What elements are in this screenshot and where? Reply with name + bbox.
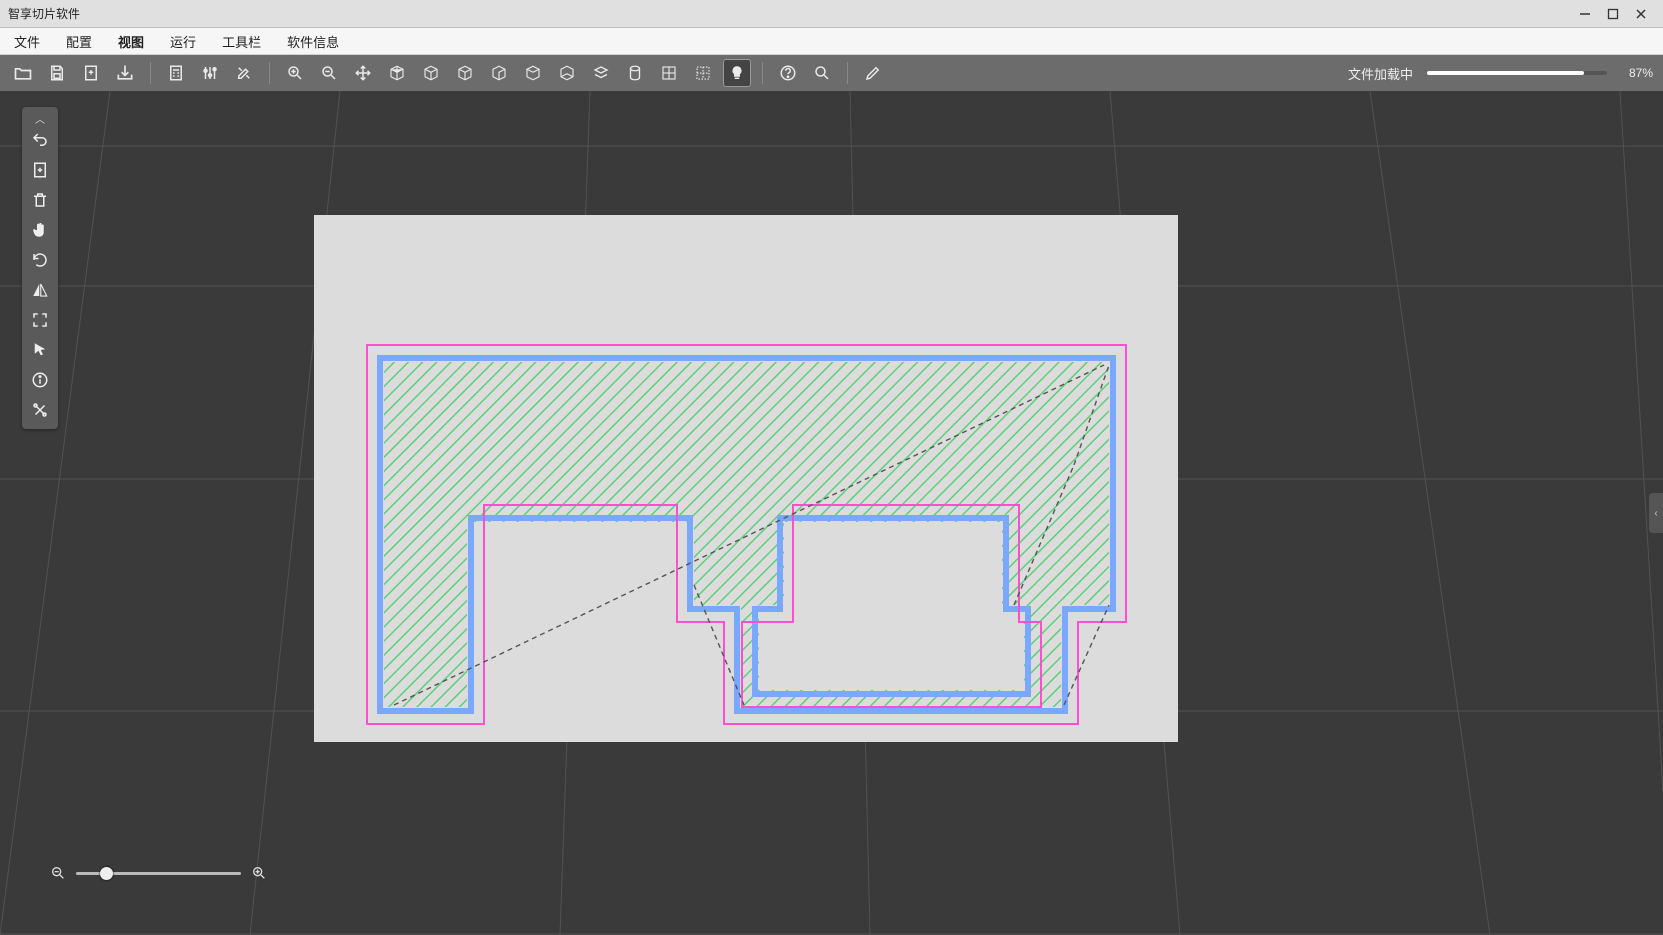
menu-toolbar[interactable]: 工具栏 — [218, 30, 265, 53]
pointer-icon[interactable] — [25, 335, 55, 365]
side-toolbox: ︿ — [22, 107, 58, 429]
hand-icon[interactable] — [25, 215, 55, 245]
search-icon[interactable] — [809, 60, 835, 86]
titlebar: 智享切片软件 — [0, 0, 1663, 28]
undo-icon[interactable] — [25, 125, 55, 155]
zoom-in-icon[interactable] — [251, 865, 267, 881]
edit-icon[interactable] — [860, 60, 886, 86]
view-left-icon[interactable] — [452, 60, 478, 86]
zoom-out-icon[interactable] — [50, 865, 66, 881]
right-panel-toggle[interactable]: ‹ — [1649, 493, 1663, 533]
info-icon[interactable] — [25, 365, 55, 395]
trash-icon[interactable] — [25, 185, 55, 215]
sliders-icon[interactable] — [197, 60, 223, 86]
menu-about[interactable]: 软件信息 — [283, 30, 343, 53]
progress-label: 文件加载中 — [1348, 64, 1413, 83]
add-page-icon[interactable] — [25, 155, 55, 185]
menu-view[interactable]: 视图 — [114, 30, 148, 53]
grid-icon[interactable] — [656, 60, 682, 86]
menubar: 文件 配置 视图 运行 工具栏 软件信息 — [0, 28, 1663, 55]
folder-open-icon[interactable] — [10, 60, 36, 86]
progress-percent: 87% — [1629, 66, 1653, 80]
mirror-icon[interactable] — [25, 275, 55, 305]
cylinder-icon[interactable] — [622, 60, 648, 86]
progress-bar — [1427, 71, 1607, 75]
maximize-button[interactable] — [1599, 4, 1627, 24]
close-button[interactable] — [1627, 4, 1655, 24]
tools-cross-icon[interactable] — [25, 395, 55, 425]
progress-fill — [1427, 71, 1584, 75]
view-bottom-icon[interactable] — [554, 60, 580, 86]
zoom-in-icon[interactable] — [282, 60, 308, 86]
view-top-icon[interactable] — [520, 60, 546, 86]
export-icon[interactable] — [112, 60, 138, 86]
app-title: 智享切片软件 — [8, 5, 80, 22]
toolbar-separator — [269, 62, 270, 84]
save-icon[interactable] — [44, 60, 70, 86]
menu-file[interactable]: 文件 — [10, 30, 44, 53]
toolbar-separator — [762, 62, 763, 84]
help-icon[interactable] — [775, 60, 801, 86]
layer-icon[interactable] — [588, 60, 614, 86]
menu-run[interactable]: 运行 — [166, 30, 200, 53]
view-front-icon[interactable] — [418, 60, 444, 86]
zoom-out-icon[interactable] — [316, 60, 342, 86]
workspace[interactable]: ︿ ‹ — [0, 91, 1663, 935]
new-doc-icon[interactable] — [78, 60, 104, 86]
toolbar-separator — [150, 62, 151, 84]
menu-config[interactable]: 配置 — [62, 30, 96, 53]
toolbar: 文件加载中 87% — [0, 55, 1663, 91]
zoom-slider[interactable] — [76, 872, 241, 875]
zoom-controls — [50, 865, 267, 881]
tools-icon[interactable] — [231, 60, 257, 86]
view-iso-icon[interactable] — [384, 60, 410, 86]
lightbulb-icon[interactable] — [724, 60, 750, 86]
move-icon[interactable] — [350, 60, 376, 86]
grid-dotted-icon[interactable] — [690, 60, 716, 86]
zoom-slider-knob[interactable] — [100, 867, 113, 880]
rotate-ccw-icon[interactable] — [25, 245, 55, 275]
collapse-toggle[interactable]: ︿ — [35, 111, 45, 125]
build-plate[interactable] — [314, 215, 1178, 742]
calculator-icon[interactable] — [163, 60, 189, 86]
fullscreen-icon[interactable] — [25, 305, 55, 335]
minimize-button[interactable] — [1571, 4, 1599, 24]
view-right-icon[interactable] — [486, 60, 512, 86]
toolbar-separator — [847, 62, 848, 84]
